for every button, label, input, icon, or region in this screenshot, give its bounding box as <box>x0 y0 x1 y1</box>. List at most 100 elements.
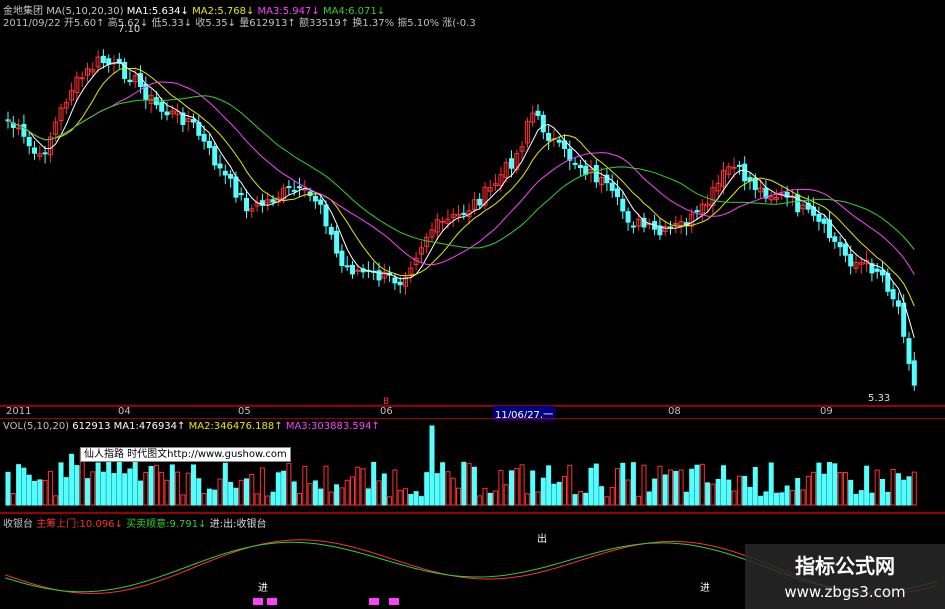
in-signal-2: 进 <box>700 583 710 594</box>
candle-body <box>842 243 848 256</box>
candle-body <box>291 189 297 192</box>
candle-body <box>540 114 546 133</box>
volume-bar <box>869 492 875 506</box>
volume-bar <box>381 473 387 506</box>
volume-bar <box>434 473 440 506</box>
candle-body <box>127 79 133 83</box>
volume-bar <box>90 471 96 506</box>
volume-bar <box>858 490 864 506</box>
candle-body <box>895 300 901 307</box>
volume-bar <box>715 478 721 506</box>
candle-body <box>228 173 234 179</box>
candle-body <box>625 211 631 223</box>
volume-bar <box>222 462 228 506</box>
volume-bar <box>593 463 599 506</box>
volume-bar <box>445 471 451 506</box>
candle-body <box>376 270 382 281</box>
volume-bar <box>74 465 80 506</box>
volume-bar <box>53 495 59 506</box>
candle-body <box>577 164 583 169</box>
ma4-line <box>7 95 915 250</box>
signal-block <box>369 598 379 605</box>
volume-bar <box>774 492 779 506</box>
volume-divider <box>0 512 945 514</box>
vol-spec: VOL(5,10,20) <box>3 421 70 432</box>
volume-bar <box>816 462 822 506</box>
volume-bar <box>418 496 424 506</box>
volume-bar <box>699 463 705 506</box>
volume-bar <box>800 489 806 506</box>
volume-bar <box>604 496 610 506</box>
candle-body <box>440 220 446 223</box>
axis-bottom-divider <box>0 418 945 419</box>
candle-body <box>206 140 212 148</box>
volume-bar <box>37 479 43 506</box>
volume-bar <box>111 473 117 506</box>
indicator-line3: 进:出:收银台 <box>209 519 267 530</box>
candle-body <box>911 360 917 386</box>
candle-body <box>572 162 578 165</box>
volume-bar <box>837 471 843 506</box>
signal-block <box>389 598 399 605</box>
volume-bar <box>805 475 811 506</box>
volume-bar <box>21 467 27 506</box>
volume-bar <box>281 470 287 506</box>
volume-bar <box>827 462 832 506</box>
volume-bar <box>424 472 430 506</box>
volume-bar <box>217 478 223 506</box>
volume-bar <box>365 488 371 506</box>
candle-body <box>350 264 355 275</box>
volume-bar <box>885 491 891 506</box>
volume-bar <box>244 478 249 506</box>
volume-bar <box>911 471 917 506</box>
volume-bar <box>143 471 149 506</box>
volume-bar <box>339 487 345 506</box>
candle-body <box>323 204 329 227</box>
candle-body <box>153 97 159 106</box>
volume-bar <box>196 478 202 506</box>
low-price-label: 5.33 <box>868 393 891 404</box>
volume-bar <box>577 491 583 506</box>
vol-ma1: MA1:476934↑ <box>113 421 186 432</box>
volume-bar <box>540 477 546 506</box>
candle-body <box>16 127 22 130</box>
candle-body <box>837 242 843 248</box>
volume-bar <box>641 464 647 506</box>
candle-body <box>392 277 398 284</box>
volume-bar <box>376 480 382 506</box>
volume-bar <box>853 493 859 506</box>
volume-bar <box>318 488 324 506</box>
watermark-url: www.zbgs3.com <box>784 583 906 601</box>
volume-bar <box>742 475 748 506</box>
volume-bar <box>100 471 106 506</box>
volume-bar <box>726 479 732 506</box>
volume-bar <box>312 480 318 506</box>
volume-bar <box>652 478 658 506</box>
candle-body <box>848 254 854 267</box>
candle-body <box>630 225 636 228</box>
volume-bar <box>551 483 557 506</box>
volume-bar <box>519 464 525 506</box>
volume-bar <box>625 479 631 506</box>
volume-header: VOL(5,10,20) 612913 MA1:476934↑ MA2:3464… <box>3 421 380 432</box>
candle-body <box>901 302 907 337</box>
volume-bar <box>678 469 684 506</box>
volume-bar <box>344 479 350 506</box>
volume-bar <box>864 465 870 506</box>
volume-bar <box>710 483 716 506</box>
candle-body <box>297 186 302 189</box>
candle-body <box>477 198 483 206</box>
volume-bar <box>228 481 234 506</box>
candle-body <box>397 281 403 286</box>
candle-body <box>222 170 228 176</box>
volume-bar <box>307 483 313 506</box>
volume-bar <box>556 481 562 506</box>
volume-bar <box>546 465 552 506</box>
volume-bar <box>456 487 461 506</box>
candle-body <box>821 218 827 224</box>
volume-bar <box>673 470 679 506</box>
volume-bar <box>646 491 652 506</box>
volume-bar <box>302 465 308 506</box>
in-signal-1: 进 <box>258 583 268 594</box>
volume-bar <box>148 466 154 506</box>
